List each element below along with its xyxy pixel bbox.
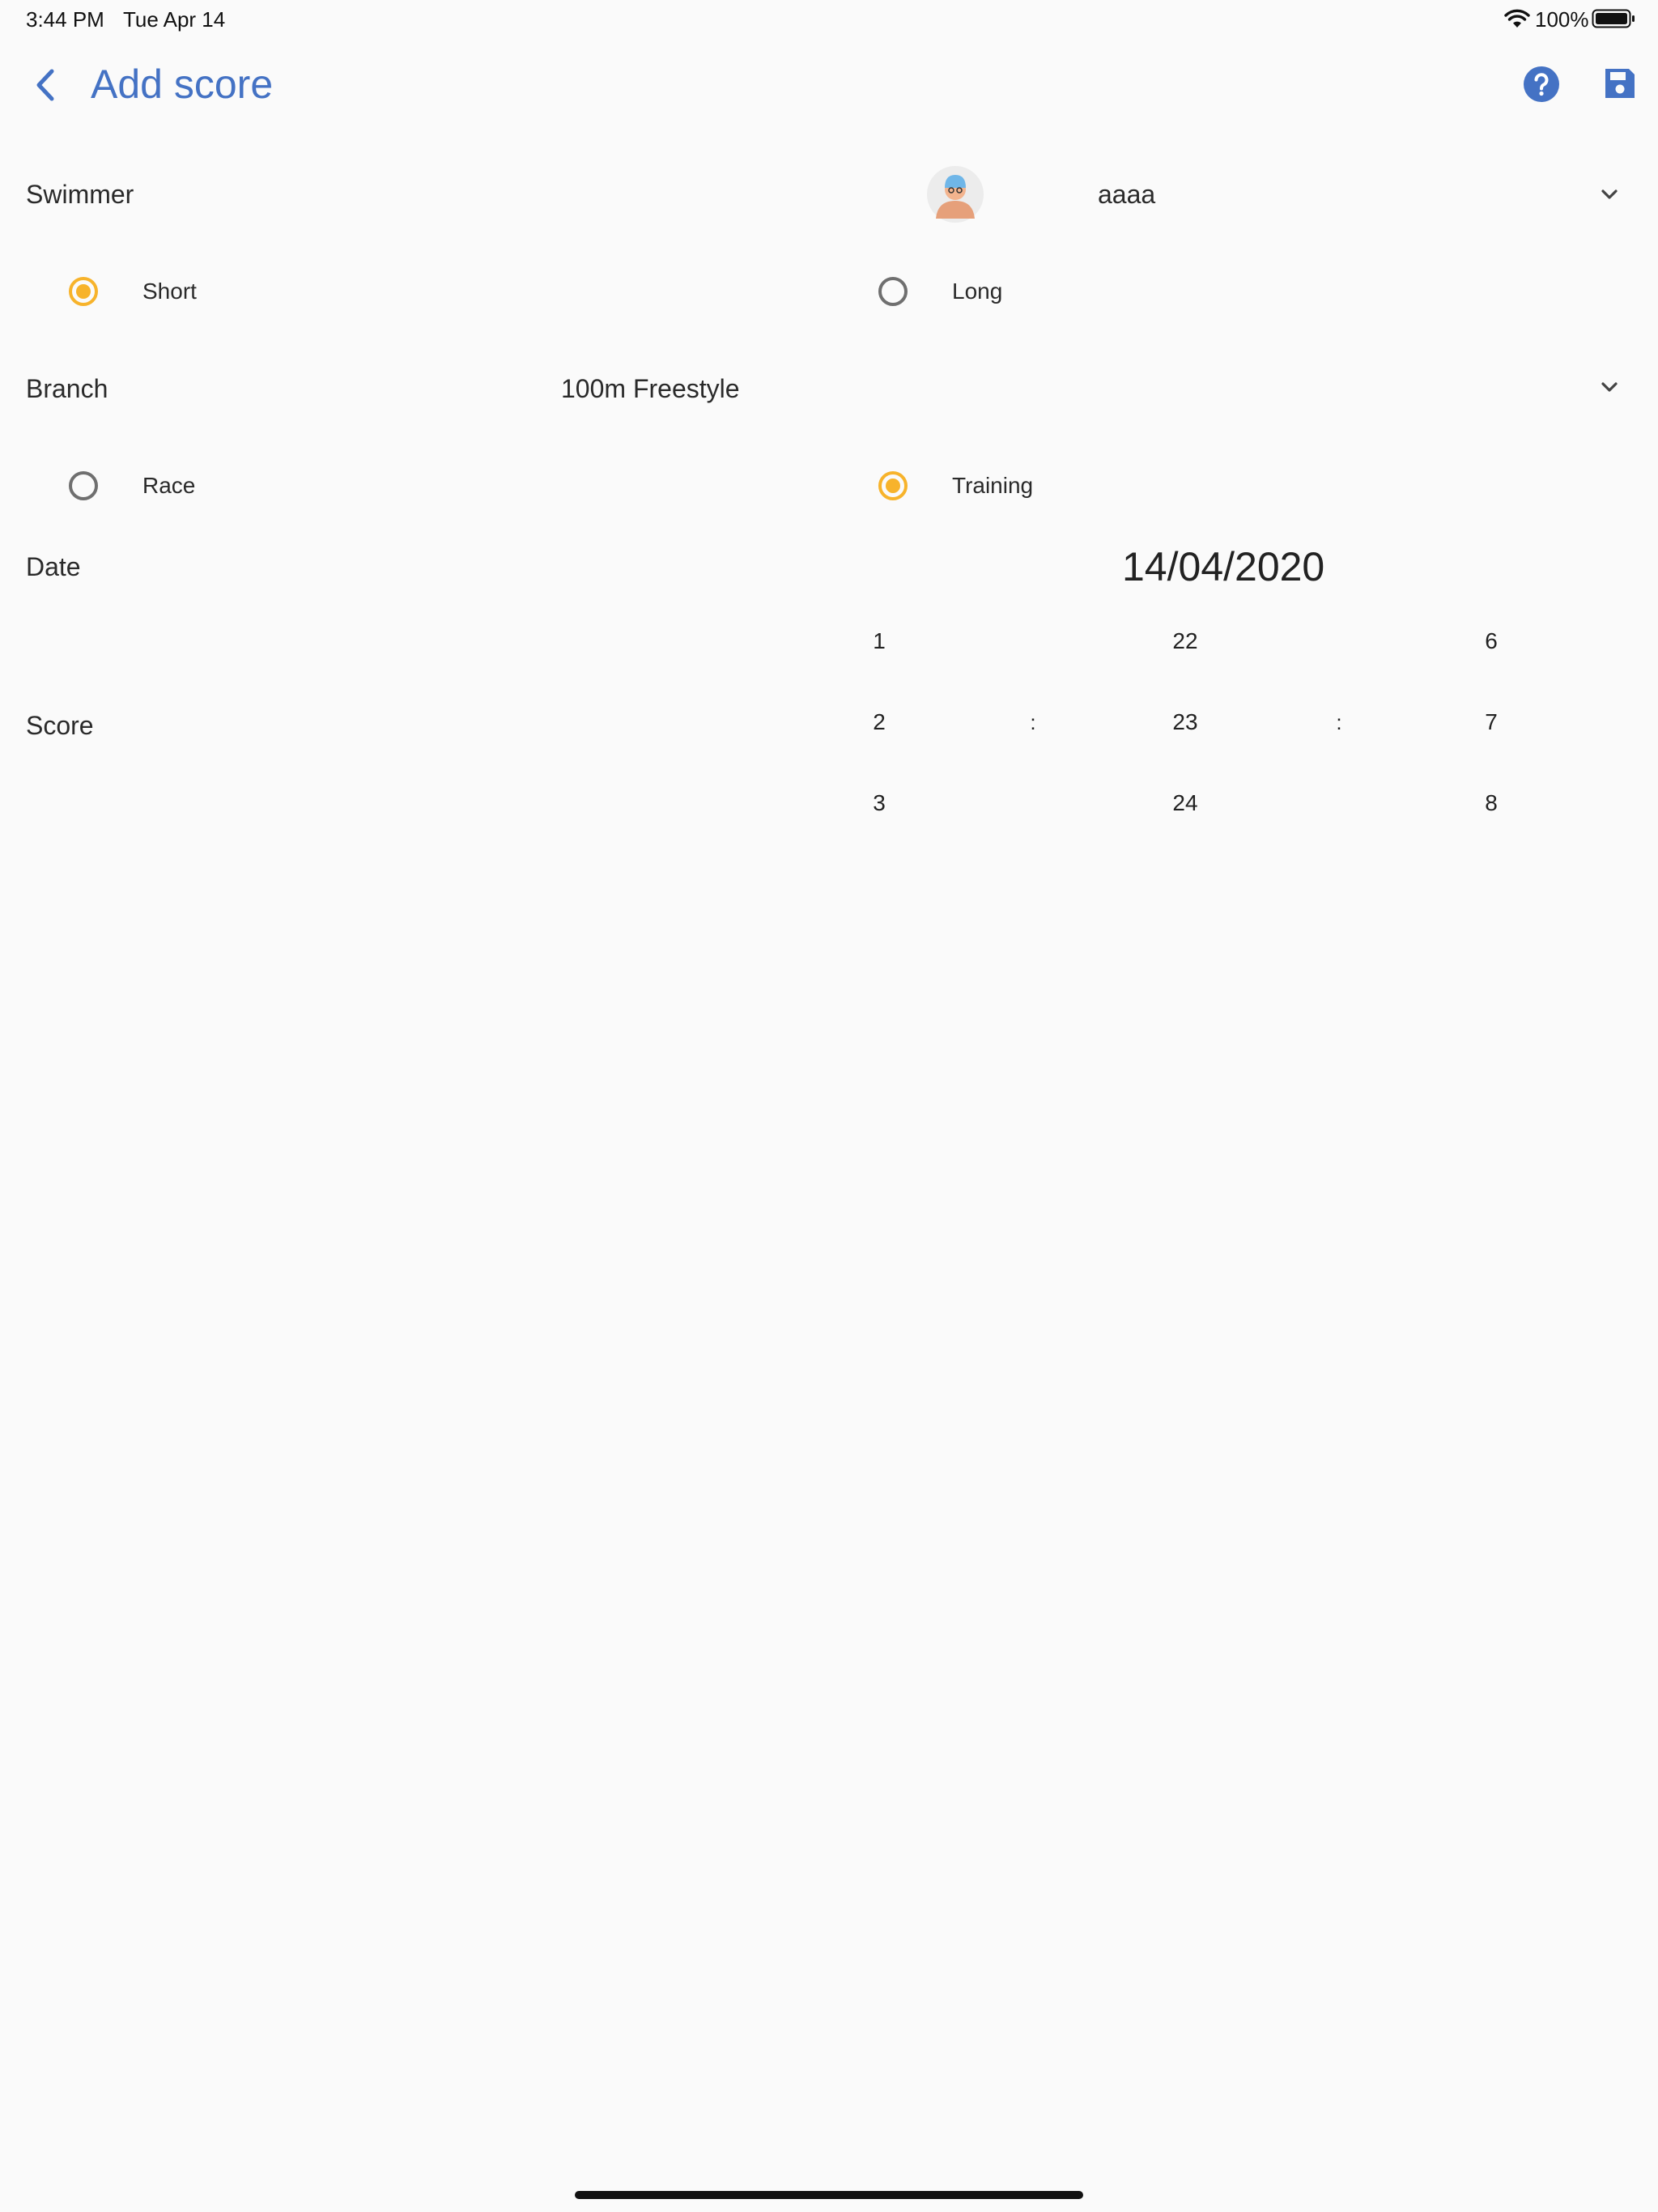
- date-label: Date: [26, 552, 81, 581]
- radio-option-training[interactable]: Training: [874, 462, 1085, 510]
- swimmer-avatar-icon: [927, 166, 984, 223]
- date-value[interactable]: 14/04/2020: [1122, 542, 1324, 591]
- picker-item-selected: 7: [1485, 709, 1498, 734]
- wifi-icon: [1504, 8, 1530, 29]
- score-picker-column-3[interactable]: 6 7 8: [1459, 615, 1556, 834]
- branch-label: Branch: [26, 374, 108, 403]
- status-date: Tue Apr 14: [123, 7, 226, 32]
- radio-label-long: Long: [952, 279, 1003, 304]
- score-separator-1: :: [1030, 710, 1036, 734]
- save-button[interactable]: [1603, 66, 1637, 100]
- picker-item-selected: 23: [1172, 709, 1198, 734]
- radio-button-training[interactable]: [878, 471, 908, 500]
- picker-item: 24: [1172, 790, 1198, 815]
- swimmer-label: Swimmer: [26, 180, 134, 209]
- home-indicator[interactable]: [575, 2191, 1083, 2199]
- score-picker-column-2[interactable]: 22 23 24: [1153, 615, 1250, 834]
- battery-percentage: 100%: [1535, 7, 1589, 32]
- radio-button-short[interactable]: [69, 277, 98, 306]
- radio-option-short[interactable]: Short: [65, 267, 243, 316]
- radio-button-long[interactable]: [878, 277, 908, 306]
- branch-selected-value: 100m Freestyle: [561, 374, 740, 403]
- floppy-disk-icon: [1605, 69, 1635, 98]
- picker-item-selected: 2: [873, 709, 886, 734]
- score-separator-2: :: [1336, 710, 1342, 734]
- picker-item: 8: [1485, 790, 1498, 815]
- score-picker-column-1[interactable]: 1 2 3: [847, 615, 944, 834]
- status-time: 3:44 PM: [26, 7, 104, 32]
- radio-label-training: Training: [952, 473, 1034, 498]
- radio-button-race[interactable]: [69, 471, 98, 500]
- radio-label-short: Short: [142, 279, 197, 304]
- radio-label-race: Race: [142, 473, 196, 498]
- radio-option-long[interactable]: Long: [874, 267, 1052, 316]
- chevron-left-icon: [36, 69, 54, 101]
- swimmer-selected-value: aaaa: [1098, 180, 1156, 209]
- score-label: Score: [26, 711, 94, 740]
- battery-full-icon: [1592, 8, 1637, 29]
- picker-item: 6: [1485, 628, 1498, 653]
- swimmer-dropdown[interactable]: aaaa: [1004, 165, 1643, 223]
- picker-item: 3: [873, 790, 886, 815]
- swimmer-avatar[interactable]: [923, 165, 988, 223]
- help-circle-icon: [1524, 66, 1559, 102]
- radio-option-race[interactable]: Race: [65, 462, 243, 510]
- chevron-down-icon: [1601, 189, 1618, 199]
- page-title: Add score: [91, 62, 274, 107]
- back-button[interactable]: [29, 65, 62, 105]
- chevron-down-icon: [1601, 382, 1618, 392]
- picker-item: 22: [1172, 628, 1198, 653]
- help-button[interactable]: [1523, 66, 1560, 103]
- branch-dropdown[interactable]: 100m Freestyle: [551, 359, 1643, 418]
- picker-item: 1: [873, 628, 886, 653]
